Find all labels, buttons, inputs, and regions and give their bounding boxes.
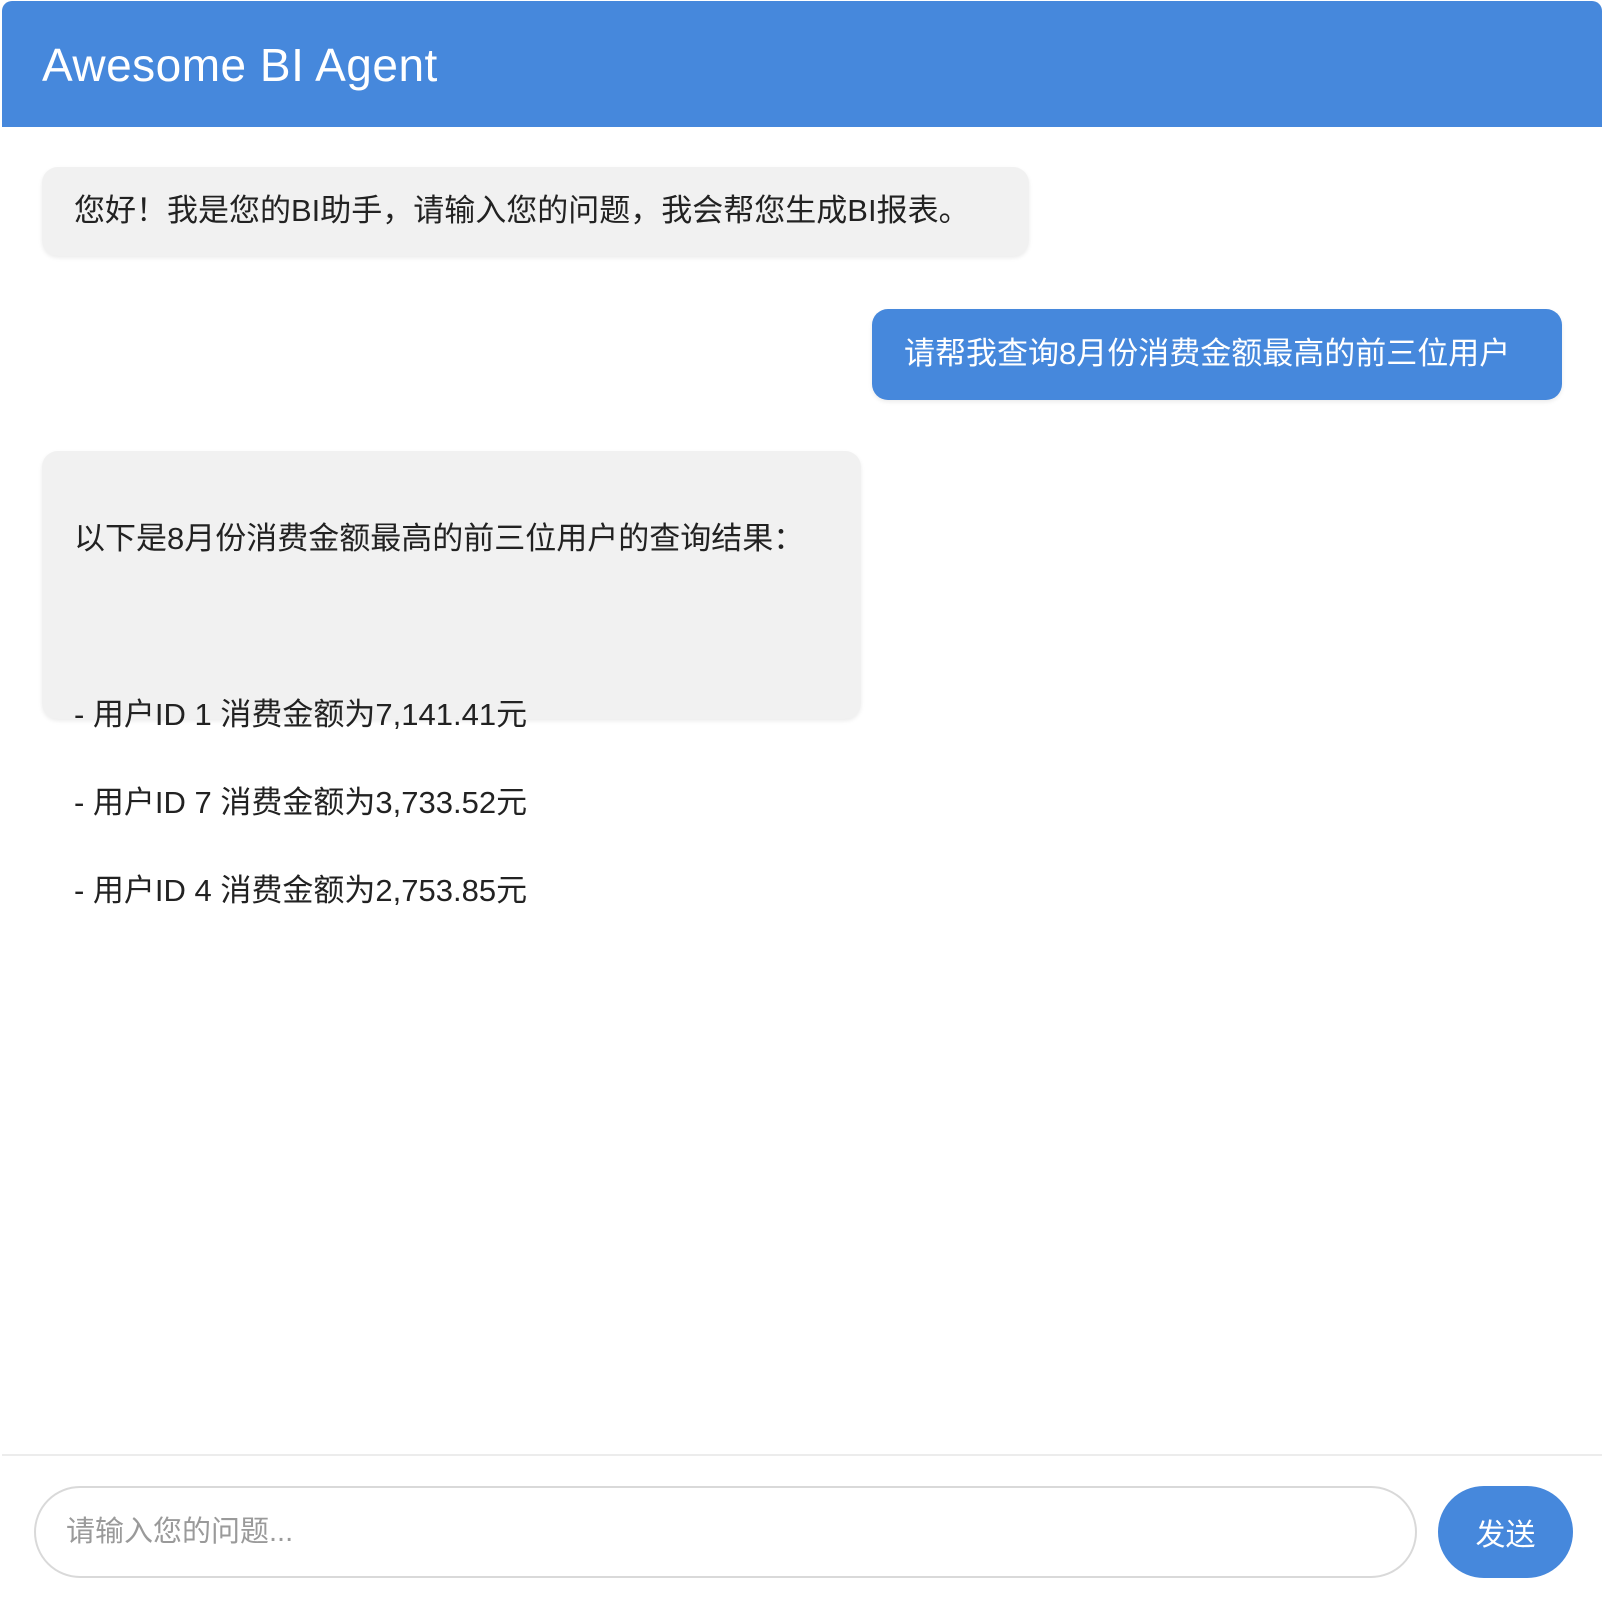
composer-bar: 发送 xyxy=(2,1454,1602,1608)
user-message: 请帮我查询8月份消费金额最高的前三位用户 xyxy=(872,309,1562,400)
app-header: Awesome BI Agent xyxy=(2,1,1602,127)
result-item: - 用户ID 4 消费金额为2,753.85元 xyxy=(74,873,528,908)
message-list: 您好！我是您的BI助手，请输入您的问题，我会帮您生成BI报表。 请帮我查询8月份… xyxy=(2,127,1602,1454)
bot-message: 您好！我是您的BI助手，请输入您的问题，我会帮您生成BI报表。 xyxy=(42,167,1029,256)
chat-app: Awesome BI Agent 您好！我是您的BI助手，请输入您的问题，我会帮… xyxy=(2,1,1602,1608)
question-input[interactable] xyxy=(34,1486,1417,1578)
app-title: Awesome BI Agent xyxy=(42,39,438,91)
result-item: - 用户ID 7 消费金额为3,733.52元 xyxy=(74,785,528,820)
send-button[interactable]: 发送 xyxy=(1438,1486,1573,1578)
bot-message: 以下是8月份消费金额最高的前三位用户的查询结果： - 用户ID 1 消费金额为7… xyxy=(42,451,861,908)
result-intro: 以下是8月份消费金额最高的前三位用户的查询结果： xyxy=(74,521,805,556)
result-item: - 用户ID 1 消费金额为7,141.41元 xyxy=(74,697,528,732)
